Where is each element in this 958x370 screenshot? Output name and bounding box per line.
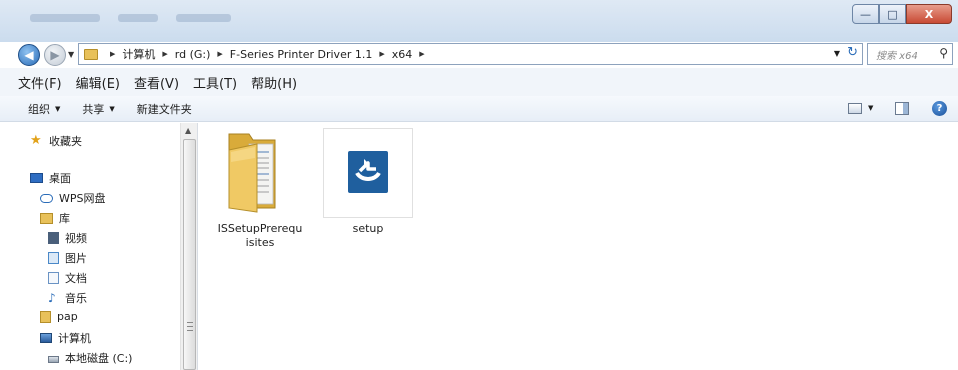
breadcrumb-chevron-icon[interactable]: ▶ — [379, 50, 384, 58]
window-controls: — □ X — [852, 4, 952, 24]
folder-icon — [84, 48, 98, 60]
cloud-icon — [40, 193, 53, 203]
help-icon[interactable]: ? — [932, 101, 947, 116]
menu-help[interactable]: 帮助(H) — [251, 73, 297, 92]
nav-scrollbar[interactable]: ▲ — [180, 123, 197, 370]
maximize-button[interactable]: □ — [879, 4, 906, 24]
nav-item-pictures[interactable]: 图片 — [48, 250, 87, 266]
nav-item-favorites[interactable]: ★ 收藏夹 — [30, 133, 82, 149]
blurred-title-area — [30, 14, 231, 22]
nav-label: 图片 — [65, 252, 87, 265]
share-label: 共享 — [82, 102, 105, 116]
file-name-line1: ISSetupPrerequ — [217, 222, 303, 235]
file-name-line1: setup — [352, 222, 384, 235]
command-bar: 组织 ▼ 共享 ▼ 新建文件夹 — [0, 96, 958, 122]
organize-button[interactable]: 组织 ▼ — [28, 101, 60, 117]
breadcrumb-chevron-icon[interactable]: ▶ — [110, 50, 115, 58]
user-folder-icon — [40, 310, 51, 323]
nav-item-videos[interactable]: 视频 — [48, 230, 87, 246]
nav-label: pap — [57, 310, 78, 323]
breadcrumb-computer[interactable]: 计算机 — [122, 46, 155, 62]
breadcrumb-chevron-icon[interactable]: ▶ — [217, 50, 222, 58]
refresh-icon[interactable]: ↻ — [847, 45, 858, 60]
menu-bar: 文件(F) 编辑(E) 查看(V) 工具(T) 帮助(H) — [0, 68, 958, 96]
address-bar[interactable]: ▶ 计算机 ▶ rd (G:) ▶ F-Series Printer Drive… — [78, 43, 863, 65]
back-button[interactable]: ◀ — [18, 44, 40, 66]
menu-file[interactable]: 文件(F) — [18, 73, 62, 92]
arrow-left-icon: ◀ — [24, 48, 34, 62]
breadcrumb-driver-folder[interactable]: F-Series Printer Driver 1.1 — [230, 48, 373, 61]
nav-item-pap[interactable]: pap — [40, 310, 78, 323]
nav-label: WPS网盘 — [59, 192, 106, 205]
installer-icon — [348, 151, 388, 193]
file-name-line2: isites — [245, 236, 275, 249]
share-button[interactable]: 共享 ▼ — [82, 101, 114, 117]
organize-label: 组织 — [28, 102, 50, 116]
grip-icon — [187, 322, 193, 331]
breadcrumb-chevron-icon[interactable]: ▶ — [419, 50, 424, 58]
change-view-icon[interactable] — [848, 103, 862, 114]
address-dropdown-button[interactable]: ▼ — [834, 49, 840, 58]
close-button[interactable]: X — [906, 4, 952, 24]
nav-item-wps[interactable]: WPS网盘 — [40, 190, 106, 206]
nav-item-music[interactable]: ♪ 音乐 — [48, 290, 87, 306]
preview-pane-icon[interactable] — [895, 102, 909, 115]
chevron-down-icon: ▼ — [109, 104, 115, 113]
desktop-icon — [30, 173, 43, 183]
file-item-folder[interactable]: ISSetupPrerequ isites — [214, 128, 306, 250]
scroll-thumb[interactable] — [183, 139, 196, 370]
view-options-dropdown[interactable]: ▼ — [868, 104, 873, 112]
drive-icon — [48, 356, 59, 363]
nav-label: 收藏夹 — [49, 135, 82, 148]
video-icon — [48, 232, 59, 244]
nav-item-computer[interactable]: 计算机 — [40, 330, 91, 346]
breadcrumb-chevron-icon[interactable]: ▶ — [162, 50, 167, 58]
file-name: setup — [322, 222, 414, 236]
explorer-window: — □ X ◀ ▶ ▼ ▶ 计算机 ▶ rd (G:) ▶ F-Series P… — [0, 0, 958, 370]
scroll-up-icon[interactable]: ▲ — [185, 126, 191, 135]
new-folder-button[interactable]: 新建文件夹 — [137, 101, 192, 117]
search-icon[interactable]: ⚲ — [939, 46, 948, 60]
folder-thumbnail — [215, 128, 305, 218]
file-name: ISSetupPrerequ isites — [214, 222, 306, 250]
navigation-pane: ★ 收藏夹 桌面 WPS网盘 库 视频 图片 文档 ♪ 音乐 pap 计算机 本… — [0, 123, 180, 370]
nav-label: 文档 — [65, 272, 87, 285]
nav-item-desktop[interactable]: 桌面 — [30, 170, 71, 186]
menu-edit[interactable]: 编辑(E) — [76, 73, 120, 92]
recent-pages-dropdown[interactable]: ▼ — [68, 50, 74, 59]
search-input[interactable]: 搜索 x64 ⚲ — [867, 43, 953, 65]
arrow-right-icon: ▶ — [50, 48, 60, 62]
documents-icon — [48, 272, 59, 284]
nav-label: 桌面 — [49, 172, 71, 185]
file-item-setup[interactable]: setup — [322, 128, 414, 236]
folder-icon — [228, 133, 276, 213]
pictures-icon — [48, 252, 59, 264]
title-bar[interactable]: — □ X — [0, 0, 958, 42]
nav-label: 视频 — [65, 232, 87, 245]
music-icon: ♪ — [48, 291, 56, 305]
star-icon: ★ — [30, 133, 42, 148]
forward-button[interactable]: ▶ — [44, 44, 66, 66]
menu-tools[interactable]: 工具(T) — [193, 73, 237, 92]
computer-icon — [40, 333, 52, 343]
breadcrumb-x64[interactable]: x64 — [392, 48, 413, 61]
minimize-button[interactable]: — — [852, 4, 879, 24]
breadcrumb-drive[interactable]: rd (G:) — [175, 48, 211, 61]
nav-label: 计算机 — [58, 332, 91, 345]
nav-label: 音乐 — [65, 292, 87, 305]
nav-label: 库 — [59, 212, 70, 225]
nav-label: 本地磁盘 (C:) — [65, 352, 133, 365]
nav-item-local-disk[interactable]: 本地磁盘 (C:) — [48, 350, 132, 366]
library-icon — [40, 212, 53, 224]
chevron-down-icon: ▼ — [55, 104, 61, 113]
search-placeholder: 搜索 x64 — [876, 50, 918, 62]
nav-item-documents[interactable]: 文档 — [48, 270, 87, 286]
setup-thumbnail — [323, 128, 413, 218]
pane-divider[interactable] — [197, 123, 198, 370]
menu-view[interactable]: 查看(V) — [134, 73, 179, 92]
nav-item-libraries[interactable]: 库 — [40, 210, 70, 226]
